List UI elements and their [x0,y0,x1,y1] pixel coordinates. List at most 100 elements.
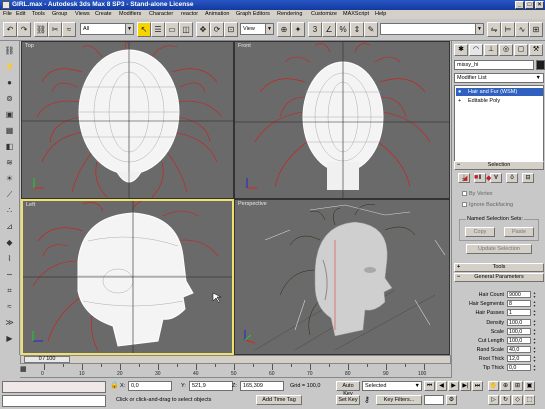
ignore-backfacing-checkbox[interactable]: Ignore Backfacing [462,202,513,208]
select-object-icon[interactable]: ↖ [137,22,151,37]
object-color-swatch[interactable] [536,60,545,70]
sphere-icon[interactable]: ● [3,77,16,89]
menu-modifiers[interactable]: Modifiers [119,10,141,19]
spring-icon[interactable]: ⌇ [3,253,16,265]
param-value-field[interactable]: 100,0 [507,319,531,326]
pan-icon[interactable]: ✋ [488,381,499,391]
param-value-field[interactable]: 100,0 [507,328,531,335]
maxscript-output-field[interactable] [2,395,106,407]
menu-animation[interactable]: Animation [205,10,229,19]
particle-icon[interactable]: ∴ [3,205,16,217]
select-by-name-icon[interactable]: ☰ [151,22,165,37]
move-icon[interactable]: ✥ [196,22,210,37]
rect-selection-icon[interactable]: ▭ [165,22,179,37]
polygon-icon[interactable]: ◆ [486,174,491,182]
paste-button[interactable]: Paste [504,227,534,237]
chain-icon[interactable]: ⛓ [3,45,16,57]
display-tab-icon[interactable]: ▢ [514,44,528,56]
menu-reactor[interactable]: reactor [181,10,198,19]
by-vertex-checkbox[interactable]: By Vertex [462,191,493,197]
light-icon[interactable]: ☀ [3,173,16,185]
goto-end-icon[interactable]: ⏭ [472,381,483,391]
spinner-icon[interactable]: ▴ ▾ [532,328,537,336]
spinner-icon[interactable]: ▴ ▾ [532,300,537,308]
spinner-icon[interactable]: ▴ ▾ [532,364,537,372]
wind-icon[interactable]: ≫ [3,317,16,329]
fracture-icon[interactable]: ⌗ [3,285,16,297]
y-coord-field[interactable]: 521,9 [189,381,233,391]
track-bar[interactable]: ▦ 0 10 20 30 40 50 60 70 80 90 100 [20,364,451,378]
bind-spacewarp-icon[interactable]: ≈ [62,22,76,37]
close-button[interactable]: × [535,1,544,9]
align-icon[interactable]: ⊨ [501,22,515,37]
menu-group[interactable]: Group [52,10,67,19]
param-value-field[interactable]: 8 [507,300,531,307]
bones-icon[interactable]: ⟋ [3,189,16,201]
spinner-icon[interactable]: ▴ ▾ [532,319,537,327]
hierarchy-tab-icon[interactable]: ⊥ [484,44,498,56]
bulb-icon[interactable]: ● [458,88,461,96]
face-icon[interactable]: ■ [474,174,478,181]
link-icon[interactable]: ⛓ [34,22,48,37]
spinner-snap-icon[interactable]: ⇕ [350,22,364,37]
viewport-label-top[interactable]: Top [25,43,34,49]
lightning-icon[interactable]: ⚡ [3,61,16,73]
maximize-button[interactable]: □ [525,1,534,9]
motion-tab-icon[interactable]: ◎ [499,44,513,56]
menu-tools[interactable]: Tools [32,10,45,19]
window-crossing-icon[interactable]: ◫ [179,22,193,37]
snap-toggle-icon[interactable]: 3 [308,22,322,37]
update-selection-button[interactable]: Update Selection [466,244,532,254]
x-coord-field[interactable]: 0,0 [128,381,172,391]
named-selection-dropdown[interactable]: ▼ [380,23,484,35]
z-coord-field[interactable]: 165,309 [240,381,284,391]
key-filters-button[interactable]: Key Filters... [376,395,422,405]
grid-icon[interactable]: ▦ [3,125,16,137]
scale-icon[interactable]: ⊡ [224,22,238,37]
menu-help[interactable]: Help [375,10,386,19]
menu-graph-editors[interactable]: Graph Editors [236,10,270,19]
redo-icon[interactable]: ↷ [17,22,31,37]
rigid-body-icon[interactable]: ◆ [3,237,16,249]
key-icon[interactable]: ⚷ [364,395,374,405]
param-value-field[interactable]: 40,0 [507,346,531,353]
lock-selection-icon[interactable]: 🔒 [110,381,119,391]
key-mode-dropdown[interactable]: Selected ▼ [362,381,422,391]
rope-icon[interactable]: ∽ [3,269,16,281]
selection-filter-dropdown[interactable]: All ▼ [80,23,134,35]
spinner-icon[interactable]: ▴ ▾ [532,309,537,317]
param-value-field[interactable]: 12,0 [507,355,531,362]
auto-key-button[interactable]: Auto Key [336,381,360,397]
object-name-field[interactable]: missy_hi [454,60,534,70]
general-parameters-rollout-header[interactable]: − General Parameters [454,273,544,282]
param-value-field[interactable]: 1 [507,309,531,316]
angle-snap-icon[interactable]: ∠ [322,22,336,37]
water-icon[interactable]: ≈ [3,301,16,313]
time-slider-bar[interactable]: 0 / 100 [20,355,451,364]
copy-button[interactable]: Copy [465,227,495,237]
create-tab-icon[interactable]: ✱ [454,44,468,56]
wave-icon[interactable]: ≋ [3,157,16,169]
zoom-extents-icon[interactable]: ▣ [524,381,535,391]
play-icon[interactable]: ▶ [448,381,459,391]
modify-tab-icon[interactable]: ◠ [469,44,483,56]
spinner-icon[interactable]: ▴ ▾ [532,291,537,299]
menu-character[interactable]: Character [149,10,173,19]
viewport-label-front[interactable]: Front [238,43,251,49]
modifier-list-dropdown[interactable]: Modifier List ▼ [454,73,544,83]
viewport-label-perspective[interactable]: Perspective [238,201,267,207]
orbit-icon[interactable]: ↻ [500,395,511,405]
next-frame-icon[interactable]: ▶| [460,381,471,391]
viewport-label-left[interactable]: Left [26,202,35,208]
menu-customize[interactable]: Customize [311,10,337,19]
unlink-icon[interactable]: ✂ [48,22,62,37]
rotate-icon[interactable]: ⟳ [210,22,224,37]
camera-icon[interactable]: ◧ [3,141,16,153]
app-icon[interactable] [2,1,10,9]
viewport-perspective[interactable]: Perspective [234,199,450,355]
mirror-icon[interactable]: ⇋ [487,22,501,37]
viewport-top[interactable]: Top [21,41,234,199]
menu-edit[interactable]: Edit [16,10,25,19]
percent-snap-icon[interactable]: % [336,22,350,37]
goto-start-icon[interactable]: ⏮ [424,381,435,391]
